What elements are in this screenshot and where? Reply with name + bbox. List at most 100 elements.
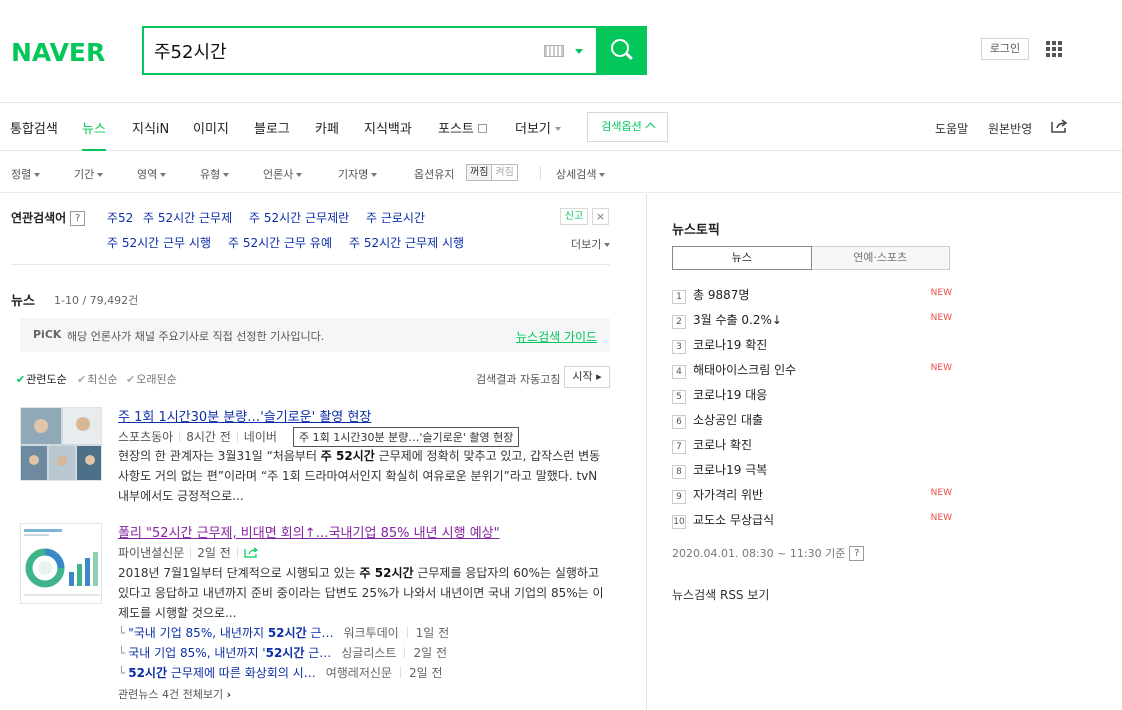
tab-blog[interactable]: 블로그: [254, 118, 290, 151]
tab-news[interactable]: 뉴스: [82, 118, 106, 151]
tab-integrated[interactable]: 통합검색: [10, 118, 58, 151]
tab-topic-news[interactable]: 뉴스: [672, 246, 812, 270]
tab-post[interactable]: 포스트: [438, 118, 487, 151]
search-options-button[interactable]: 검색옵션: [587, 112, 668, 142]
news-section-title: 뉴스: [11, 294, 35, 309]
chevron-down-icon: [554, 127, 561, 131]
related-keyword[interactable]: 주 52시간 근무제: [143, 209, 232, 226]
tab-more[interactable]: 더보기: [515, 118, 561, 151]
filter-press[interactable]: 언론사: [263, 166, 303, 182]
article-source[interactable]: 스포츠동아: [118, 430, 173, 444]
naver-news-link[interactable]: 네이버: [244, 430, 277, 444]
toggle-off-option[interactable]: 꺼짐: [467, 165, 493, 180]
infographic-image: [21, 524, 101, 603]
new-badge: NEW: [930, 288, 952, 298]
naver-logo[interactable]: NAVER: [11, 38, 105, 67]
related-time: 2일 전: [413, 646, 447, 660]
filter-sort[interactable]: 정렬: [11, 166, 41, 182]
related-keyword[interactable]: 주 52시간 근무제란: [249, 209, 349, 226]
search-box: [142, 26, 647, 75]
chevron-down-icon: [296, 173, 303, 177]
topic-item[interactable]: 4 해태아이스크림 인수 NEW: [672, 361, 952, 379]
article-title[interactable]: 주 1회 1시간30분 분량…'슬기로운' 촬영 현장: [118, 406, 371, 425]
topic-item[interactable]: 2 3월 수출 0.2%↓ NEW: [672, 311, 952, 329]
search-input[interactable]: [154, 36, 534, 66]
sort-oldest[interactable]: ✔오래된순: [126, 371, 177, 387]
article-source[interactable]: 파이낸셜신문: [118, 546, 184, 560]
article-snippet: 2018년 7월1일부터 단계적으로 시행되고 있는 주 52시간 근무제를 응…: [118, 566, 604, 620]
option-keep-label: 옵션유지: [414, 168, 455, 181]
topic-item[interactable]: 7 코로나 확진: [672, 436, 952, 454]
article-thumbnail[interactable]: [20, 407, 102, 481]
app-grid-icon[interactable]: [1046, 41, 1062, 57]
related-keyword[interactable]: 주52: [107, 209, 133, 226]
login-button[interactable]: 로그인: [981, 38, 1029, 60]
topic-item[interactable]: 6 소상공인 대출: [672, 411, 952, 429]
news-guide-link[interactable]: 뉴스검색 가이드: [516, 328, 597, 345]
help-icon[interactable]: ?: [70, 211, 86, 226]
search-button[interactable]: [596, 26, 647, 75]
tab-topic-entertainment-sports[interactable]: 연예·스포츠: [811, 246, 950, 270]
related-keyword[interactable]: 주 근로시간: [366, 209, 425, 226]
corner-icon: └: [118, 626, 126, 640]
news-topic-title: 뉴스토픽: [672, 223, 720, 238]
report-button[interactable]: 신고: [560, 208, 588, 225]
article-meta: 스포츠동아 8시간 전 네이버: [118, 428, 277, 445]
share-icon[interactable]: [1050, 118, 1068, 134]
chevron-down-icon: [160, 173, 167, 177]
sort-relevance[interactable]: ✔관련도순: [16, 371, 67, 387]
related-source[interactable]: 워크투데이: [343, 626, 398, 640]
divider: [540, 166, 541, 180]
check-icon: ✔: [16, 373, 26, 386]
autoplay-label: 검색결과 자동고침: [476, 373, 561, 386]
autoplay-start-button[interactable]: 시작 ▸: [564, 366, 610, 388]
related-article[interactable]: └ 국내 기업 85%, 내년까지 '52시간 근… 싱글리스트 2일 전: [118, 644, 447, 661]
option-keep-toggle[interactable]: 꺼짐 켜짐: [466, 164, 518, 181]
related-more-button[interactable]: 더보기: [571, 236, 611, 252]
help-icon[interactable]: ?: [849, 546, 865, 561]
play-icon: ▸: [596, 370, 602, 383]
topic-item[interactable]: 8 코로나19 극복: [672, 461, 952, 479]
keyboard-icon[interactable]: [544, 45, 564, 57]
topic-item[interactable]: 3 코로나19 확진: [672, 336, 952, 354]
topic-item[interactable]: 9 자가격리 위반 NEW: [672, 486, 952, 504]
related-search-label: 연관검색어?: [11, 209, 86, 226]
article-thumbnail[interactable]: [20, 523, 102, 604]
filter-reporter[interactable]: 기자명: [338, 166, 378, 182]
help-link[interactable]: 도움말: [935, 120, 968, 137]
original-link[interactable]: 원본반영: [988, 120, 1032, 137]
sort-latest[interactable]: ✔최신순: [77, 371, 118, 387]
tab-image[interactable]: 이미지: [193, 118, 229, 151]
topic-item[interactable]: 5 코로나19 대응: [672, 386, 952, 404]
article-time: 8시간 전: [186, 430, 231, 444]
topic-item[interactable]: 1총 9887명 NEW: [672, 286, 952, 304]
related-article[interactable]: └ "국내 기업 85%, 내년까지 52시간 근… 워크투데이 1일 전: [118, 624, 449, 641]
filter-type[interactable]: 유형: [200, 166, 230, 182]
filter-area[interactable]: 영역: [137, 166, 167, 182]
share-icon[interactable]: [244, 546, 258, 558]
related-keyword[interactable]: 주 52시간 근무 유예: [228, 234, 332, 251]
rss-link[interactable]: 뉴스검색 RSS 보기: [672, 586, 769, 603]
chevron-down-icon: [371, 173, 378, 177]
chevron-down-icon: [97, 173, 104, 177]
related-time: 1일 전: [415, 626, 450, 640]
tab-cafe[interactable]: 카페: [315, 118, 339, 151]
autocomplete-toggle-icon[interactable]: [575, 49, 583, 54]
toggle-on-option[interactable]: 켜짐: [492, 165, 516, 180]
related-article[interactable]: └ 52시간 근무제에 따른 화상회의 시… 여행레저신문 2일 전: [118, 664, 443, 681]
external-link-icon: [477, 124, 487, 133]
tab-encyclopedia[interactable]: 지식백과: [364, 118, 412, 151]
article-title[interactable]: 폴리 "52시간 근무제, 비대면 회의↑…국내기업 85% 내년 시행 예상": [118, 522, 500, 541]
topic-item[interactable]: 10 교도소 무상급식 NEW: [672, 511, 952, 529]
corner-icon: └: [118, 666, 126, 680]
close-icon[interactable]: ×: [592, 208, 609, 225]
new-badge: NEW: [930, 513, 952, 523]
filter-period[interactable]: 기간: [74, 166, 104, 182]
related-keyword[interactable]: 주 52시간 근무제 시행: [349, 234, 464, 251]
filter-detail[interactable]: 상세검색: [556, 166, 606, 182]
tab-kin[interactable]: 지식iN: [132, 118, 169, 151]
related-source[interactable]: 여행레저신문: [326, 666, 392, 680]
related-news-all-link[interactable]: 관련뉴스 4건 전체보기 ›: [118, 686, 231, 702]
related-keyword[interactable]: 주 52시간 근무 시행: [107, 234, 211, 251]
related-source[interactable]: 싱글리스트: [341, 646, 396, 660]
